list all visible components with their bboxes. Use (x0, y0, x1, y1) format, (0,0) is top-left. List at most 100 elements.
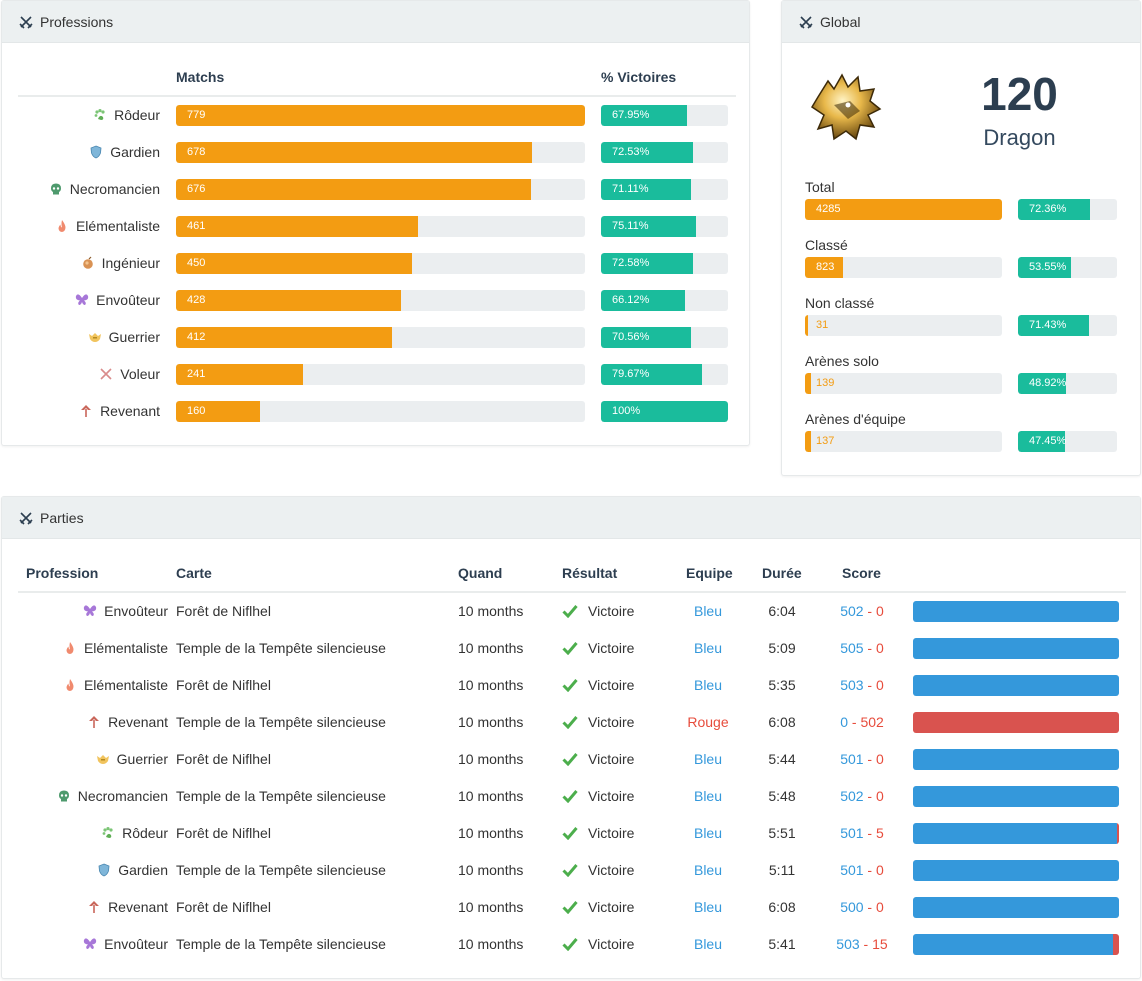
profession-label: Necromancien (69, 181, 160, 197)
table-row[interactable]: Necromancien Temple de la Tempête silenci… (18, 778, 1126, 815)
score-red: 0 (876, 899, 884, 915)
table-row[interactable]: Guerrier Forêt de Niflhel 10 months Victoir… (18, 741, 1126, 778)
matchs-bar-fill: 678 (176, 142, 532, 163)
score-separator: - (863, 677, 876, 693)
row-map: Forêt de Niflhel (176, 751, 271, 767)
check-icon (562, 678, 578, 692)
score-bar-blue (913, 897, 1119, 918)
global-count-bar-fill (805, 315, 808, 336)
score-bar (913, 934, 1119, 955)
row-profession: Elémentaliste (63, 640, 168, 656)
helmet-icon (96, 752, 110, 766)
row-score: 505 - 0 (828, 640, 896, 656)
row-team: Bleu (693, 640, 723, 656)
matchs-bar: 412 (176, 327, 585, 348)
col-duree[interactable]: Durée (762, 565, 802, 581)
table-row[interactable]: Rôdeur Forêt de Niflhel 10 months Victoire B… (18, 815, 1126, 852)
col-score[interactable]: Score (842, 565, 881, 581)
score-red: 0 (876, 788, 884, 804)
col-resultat[interactable]: Résultat (562, 565, 617, 581)
global-count-value: 4285 (816, 203, 841, 215)
row-profession-label: Rôdeur (122, 825, 168, 841)
matchs-bar-fill: 461 (176, 216, 419, 237)
parties-panel-header: Parties (2, 497, 1140, 539)
profession-row: Guerrier 412 70.56% (18, 319, 736, 356)
row-when: 10 months (458, 825, 524, 841)
matchs-bar-fill: 412 (176, 327, 393, 348)
row-map: Forêt de Niflhel (176, 825, 271, 841)
col-carte[interactable]: Carte (176, 565, 212, 581)
revenant-icon (87, 715, 101, 729)
score-red: 502 (860, 714, 884, 730)
score-bar (913, 638, 1119, 659)
global-count-value: 137 (816, 435, 835, 447)
row-map: Temple de la Tempête silencieuse (176, 862, 386, 878)
score-bar (913, 749, 1119, 770)
table-row[interactable]: Envoûteur Forêt de Niflhel 10 months Victoi… (18, 593, 1126, 630)
col-quand[interactable]: Quand (458, 565, 502, 581)
shield-icon (97, 863, 111, 877)
row-team: Bleu (693, 825, 723, 841)
profession-row: Voleur 241 79.67% (18, 356, 736, 393)
profession-name: Gardien (89, 144, 160, 160)
score-bar (913, 675, 1119, 696)
matchs-bar: 676 (176, 179, 585, 200)
victoires-bar-fill: 71.11% (601, 179, 692, 200)
row-when: 10 months (458, 862, 524, 878)
col-equipe[interactable]: Equipe (686, 565, 733, 581)
rank-name: Dragon (983, 125, 1056, 150)
row-score: 502 - 0 (828, 788, 896, 804)
score-blue: 500 (840, 899, 864, 915)
profession-row: Necromancien 676 71.11% (18, 171, 736, 208)
row-map: Temple de la Tempête silencieuse (176, 788, 386, 804)
score-bar-red (1116, 823, 1119, 844)
row-profession: Rôdeur (101, 825, 168, 841)
professions-panel: Professions Matchs % Victoires Rôdeur 779… (1, 0, 750, 446)
professions-panel-header: Professions (2, 1, 749, 43)
row-profession: Elémentaliste (63, 677, 168, 693)
profession-row: Gardien 678 72.53% (18, 134, 736, 171)
row-when: 10 months (458, 751, 524, 767)
table-row[interactable]: Elémentaliste Temple de la Tempête silenc… (18, 630, 1126, 667)
profession-label: Rôdeur (114, 107, 160, 123)
score-separator: - (863, 825, 876, 841)
row-duration: 6:08 (768, 899, 796, 915)
table-row[interactable]: Revenant Temple de la Tempête silencieuse… (18, 704, 1126, 741)
profession-label: Envoûteur (96, 292, 160, 308)
row-profession-label: Envoûteur (104, 936, 168, 952)
table-row[interactable]: Gardien Temple de la Tempête silencieuse 1… (18, 852, 1126, 889)
victoires-bar: 75.11% (601, 216, 728, 237)
victoires-bar-fill: 67.95% (601, 105, 688, 126)
score-separator: - (859, 936, 873, 952)
butterfly-icon (83, 604, 97, 618)
profession-name: Envoûteur (75, 292, 160, 308)
score-blue: 503 (840, 677, 864, 693)
row-duration: 5:48 (768, 788, 796, 804)
row-duration: 5:44 (768, 751, 796, 767)
score-red: 0 (876, 751, 884, 767)
profession-row: Revenant 160 100% (18, 393, 736, 430)
score-bar-blue (913, 934, 1114, 955)
victoires-bar-fill: 79.67% (601, 364, 703, 385)
row-duration: 5:41 (768, 936, 796, 952)
table-row[interactable]: Elémentaliste Forêt de Niflhel 10 months Vi… (18, 667, 1126, 704)
col-profession[interactable]: Profession (26, 565, 98, 581)
profession-name: Necromancien (49, 181, 160, 197)
global-stat-label: Classé (805, 237, 848, 253)
row-profession-label: Gardien (118, 862, 168, 878)
row-result: Victoire (562, 825, 634, 841)
table-row[interactable]: Envoûteur Temple de la Tempête silencieus… (18, 926, 1126, 963)
row-score: 501 - 0 (828, 862, 896, 878)
row-score: 503 - 15 (828, 936, 896, 952)
row-duration: 5:35 (768, 677, 796, 693)
table-row[interactable]: Revenant Forêt de Niflhel 10 months Victoir… (18, 889, 1126, 926)
matchs-bar: 428 (176, 290, 585, 311)
global-pct-bar: 72.36% (1018, 199, 1117, 220)
gear-bomb-icon (81, 256, 95, 270)
profession-name: Elémentaliste (55, 218, 160, 234)
row-team: Bleu (693, 751, 723, 767)
score-separator: - (847, 714, 861, 730)
paw-icon (93, 108, 107, 122)
global-panel-header: Global (782, 1, 1140, 43)
victoires-bar: 79.67% (601, 364, 728, 385)
